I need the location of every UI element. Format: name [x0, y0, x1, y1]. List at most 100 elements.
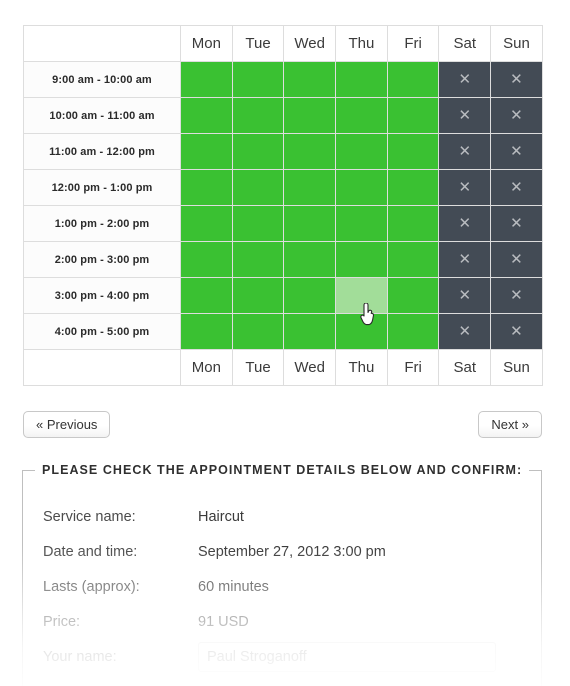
slot-available-fri[interactable]: [386, 169, 440, 206]
slot-closed-sun: ✕: [490, 241, 543, 278]
slot-available-tue[interactable]: [231, 133, 285, 170]
close-icon: ✕: [458, 323, 472, 340]
time-slot-label: 3:00 pm - 4:00 pm: [23, 277, 181, 314]
day-header-mon: Mon: [180, 25, 233, 62]
close-icon: ✕: [510, 107, 523, 124]
day-header-sat: Sat: [438, 349, 492, 386]
slot-available-fri[interactable]: [386, 61, 440, 98]
slot-available-mon[interactable]: [180, 277, 233, 314]
slot-selected-thu[interactable]: [335, 277, 388, 314]
day-header-sun: Sun: [490, 349, 543, 386]
day-header-row-top: Mon Tue Wed Thu Fri Sat Sun: [23, 25, 543, 62]
time-slot-label: 9:00 am - 10:00 am: [23, 61, 181, 98]
schedule-row: 1:00 pm - 2:00 pm ✕ ✕: [23, 205, 543, 242]
slot-available-fri[interactable]: [386, 133, 440, 170]
your-name-input[interactable]: [198, 641, 496, 672]
slot-available-thu[interactable]: [335, 205, 388, 242]
slot-available-tue[interactable]: [231, 97, 285, 134]
time-slot-label: 10:00 am - 11:00 am: [23, 97, 181, 134]
slot-available-thu[interactable]: [335, 133, 388, 170]
slot-available-mon[interactable]: [180, 205, 233, 242]
day-header-thu: Thu: [335, 349, 388, 386]
slot-available-wed[interactable]: [283, 313, 337, 350]
close-icon: ✕: [458, 287, 472, 304]
slot-available-wed[interactable]: [283, 169, 337, 206]
pagination-bar: « Previous Next »: [23, 411, 542, 439]
day-header-thu: Thu: [335, 25, 388, 62]
slot-available-tue[interactable]: [231, 61, 285, 98]
slot-closed-sun: ✕: [490, 205, 543, 242]
time-slot-label: 2:00 pm - 3:00 pm: [23, 241, 181, 278]
detail-row: Lasts (approx): 60 minutes: [43, 569, 541, 604]
day-header-wed: Wed: [283, 349, 337, 386]
detail-value: Haircut: [198, 508, 244, 525]
slot-available-wed[interactable]: [283, 97, 337, 134]
day-header-tue: Tue: [231, 349, 285, 386]
slot-available-wed[interactable]: [283, 133, 337, 170]
slot-available-fri[interactable]: [386, 97, 440, 134]
slot-available-thu[interactable]: [335, 241, 388, 278]
slot-available-tue[interactable]: [231, 169, 285, 206]
slot-available-thu[interactable]: [335, 313, 388, 350]
next-week-button[interactable]: Next »: [478, 411, 542, 438]
close-icon: ✕: [510, 323, 523, 340]
slot-closed-sat: ✕: [438, 133, 492, 170]
day-header-tue: Tue: [231, 25, 285, 62]
slot-available-wed[interactable]: [283, 277, 337, 314]
slot-available-fri[interactable]: [386, 277, 440, 314]
slot-available-mon[interactable]: [180, 313, 233, 350]
slot-available-tue[interactable]: [231, 277, 285, 314]
slot-closed-sat: ✕: [438, 277, 492, 314]
detail-label: Lasts (approx):: [43, 578, 140, 595]
slot-available-tue[interactable]: [231, 241, 285, 278]
close-icon: ✕: [510, 143, 523, 160]
slot-available-tue[interactable]: [231, 205, 285, 242]
slot-available-wed[interactable]: [283, 241, 337, 278]
appointment-details-rows: Service name: Haircut Date and time: Septem…: [23, 477, 541, 674]
slot-available-thu[interactable]: [335, 169, 388, 206]
slot-available-fri[interactable]: [386, 313, 440, 350]
detail-label: Date and time:: [43, 543, 138, 560]
detail-row: Price: 91 USD: [43, 604, 541, 639]
day-header-fri: Fri: [386, 349, 440, 386]
schedule-table-foot: Mon Tue Wed Thu Fri Sat Sun: [23, 349, 543, 386]
slot-available-fri[interactable]: [386, 241, 440, 278]
slot-available-thu[interactable]: [335, 61, 388, 98]
close-icon: ✕: [510, 179, 523, 196]
table-corner-top-left: [23, 25, 181, 62]
slot-available-mon[interactable]: [180, 133, 233, 170]
slot-available-mon[interactable]: [180, 97, 233, 134]
schedule-table: Mon Tue Wed Thu Fri Sat Sun 9:00 am - 10:00 am…: [23, 25, 543, 386]
schedule-row: 9:00 am - 10:00 am ✕ ✕: [23, 61, 543, 98]
table-corner-bottom-left: [23, 349, 181, 386]
slot-available-fri[interactable]: [386, 205, 440, 242]
time-slot-label: 4:00 pm - 5:00 pm: [23, 313, 181, 350]
detail-value: 91 USD: [198, 613, 249, 630]
close-icon: ✕: [458, 179, 472, 196]
close-icon: ✕: [510, 287, 523, 304]
close-icon: ✕: [510, 215, 523, 232]
slot-closed-sat: ✕: [438, 205, 492, 242]
slot-available-thu[interactable]: [335, 97, 388, 134]
slot-available-mon[interactable]: [180, 61, 233, 98]
slot-closed-sat: ✕: [438, 61, 492, 98]
slot-closed-sun: ✕: [490, 169, 543, 206]
day-header-sun: Sun: [490, 25, 543, 62]
close-icon: ✕: [458, 71, 472, 88]
time-slot-label: 1:00 pm - 2:00 pm: [23, 205, 181, 242]
slot-closed-sat: ✕: [438, 169, 492, 206]
slot-closed-sat: ✕: [438, 313, 492, 350]
detail-label: Price:: [43, 613, 81, 630]
day-header-fri: Fri: [386, 25, 440, 62]
detail-label: Service name:: [43, 508, 136, 525]
day-header-wed: Wed: [283, 25, 337, 62]
slot-available-wed[interactable]: [283, 205, 337, 242]
slot-available-tue[interactable]: [231, 313, 285, 350]
slot-available-wed[interactable]: [283, 61, 337, 98]
schedule-table-body: 9:00 am - 10:00 am ✕ ✕ 10:00 am - 11:00 am ✕…: [23, 61, 543, 350]
your-name-label: Your name:: [43, 648, 117, 665]
slot-available-mon[interactable]: [180, 241, 233, 278]
previous-week-button[interactable]: « Previous: [23, 411, 111, 438]
close-icon: ✕: [458, 107, 472, 124]
slot-available-mon[interactable]: [180, 169, 233, 206]
